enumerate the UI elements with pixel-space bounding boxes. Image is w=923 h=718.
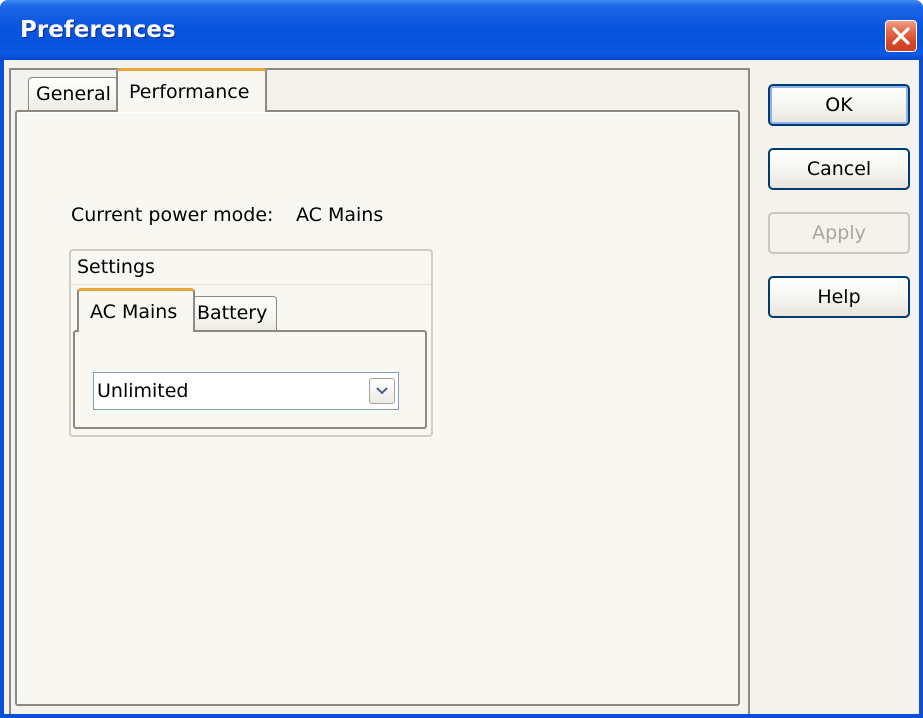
tab-ac-mains-label: AC Mains xyxy=(90,301,178,323)
close-button[interactable] xyxy=(885,20,917,52)
power-mode-value: AC Mains xyxy=(296,204,384,226)
settings-header: Settings xyxy=(71,251,431,285)
close-icon xyxy=(892,27,910,45)
power-limit-value: Unlimited xyxy=(97,380,189,402)
tab-general-label: General xyxy=(36,83,111,105)
tab-ac-mains[interactable]: AC Mains xyxy=(77,288,195,332)
cancel-button[interactable]: Cancel xyxy=(768,148,910,190)
dropdown-button[interactable] xyxy=(369,378,395,404)
tab-battery-label: Battery xyxy=(197,302,268,324)
window-title: Preferences xyxy=(20,17,176,43)
settings-group: Settings Battery Unlimited AC Mains xyxy=(69,249,433,437)
tab-general[interactable]: General xyxy=(28,77,118,111)
tab-performance[interactable]: Performance xyxy=(116,68,267,112)
chevron-down-icon xyxy=(376,387,388,395)
preferences-window: Preferences General Current power mode: … xyxy=(0,0,923,718)
apply-button[interactable]: Apply xyxy=(768,212,910,254)
power-limit-dropdown[interactable]: Unlimited xyxy=(93,372,399,410)
title-bar[interactable]: Preferences xyxy=(0,0,923,60)
power-mode-label: Current power mode: xyxy=(71,204,274,226)
tab-performance-label: Performance xyxy=(129,81,250,103)
help-button[interactable]: Help xyxy=(768,276,910,318)
dialog-body: General Current power mode: AC Mains Set… xyxy=(4,60,919,714)
settings-title: Settings xyxy=(77,256,155,278)
tab-battery[interactable]: Battery xyxy=(193,296,277,331)
ok-button[interactable]: OK xyxy=(768,84,910,126)
performance-tab-panel: Current power mode: AC Mains Settings Ba… xyxy=(15,110,740,706)
ac-mains-tab-panel: Unlimited xyxy=(73,330,427,429)
